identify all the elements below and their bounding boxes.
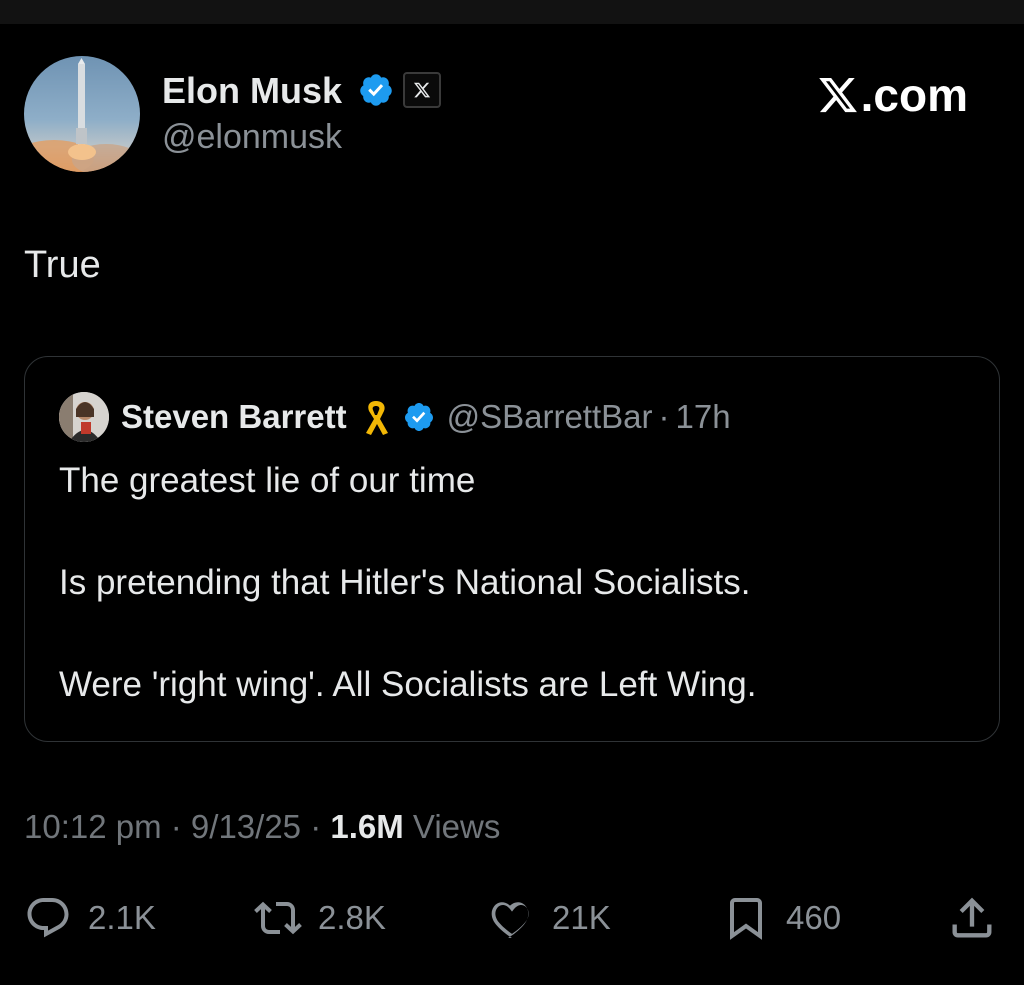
- quoted-timestamp[interactable]: 17h: [676, 398, 731, 436]
- awareness-ribbon-icon: [365, 401, 388, 435]
- x-com-watermark: .com: [817, 68, 968, 122]
- repost-count: 2.8K: [318, 899, 386, 936]
- like-button[interactable]: 21K: [488, 888, 611, 948]
- quoted-author-handle[interactable]: @SBarrettBar: [447, 398, 653, 436]
- quoted-author-avatar[interactable]: [59, 392, 109, 442]
- affiliate-badge: [403, 72, 441, 108]
- quoted-text-line: Is pretending that Hitler's National Soc…: [59, 563, 751, 602]
- watermark-label: .com: [860, 69, 968, 121]
- like-count: 21K: [552, 899, 611, 936]
- reply-icon: [27, 898, 69, 938]
- bookmark-icon: [730, 898, 762, 940]
- share-icon: [952, 897, 992, 938]
- rocket-launch-image: [24, 58, 140, 172]
- quoted-author-name[interactable]: Steven Barrett: [121, 398, 347, 436]
- author-avatar[interactable]: [24, 56, 140, 172]
- bookmark-count: 460: [786, 899, 842, 936]
- x-logo-icon: [413, 82, 431, 98]
- person-photo-image: [59, 392, 109, 442]
- action-bar: 2.1K 2.8K 21K 460: [0, 888, 1024, 948]
- quoted-text-line: Were 'right wing'. All Socialists are Le…: [59, 665, 757, 704]
- x-logo-icon: [818, 77, 857, 113]
- status-bar: [0, 0, 1024, 24]
- separator-dot: ·: [658, 398, 670, 435]
- tweet-metadata: 10:12 pm · 9/13/25 · 1.6M Views: [24, 808, 500, 846]
- repost-button[interactable]: 2.8K: [254, 888, 386, 948]
- repost-icon: [254, 901, 302, 935]
- quoted-tweet[interactable]: Steven Barrett @SBarrettBar · 17h The gr…: [24, 356, 1000, 742]
- quoted-header: Steven Barrett @SBarrettBar · 17h: [121, 397, 731, 437]
- tweet-time[interactable]: 10:12 pm: [24, 808, 162, 845]
- heart-icon: [491, 902, 529, 939]
- reply-button[interactable]: 2.1K: [24, 888, 156, 948]
- author-name[interactable]: Elon Musk: [162, 70, 342, 112]
- author-handle[interactable]: @elonmusk: [162, 118, 342, 157]
- quoted-text-line: The greatest lie of our time: [59, 461, 476, 500]
- tweet-text: True: [24, 244, 101, 286]
- bookmark-button[interactable]: 460: [722, 888, 841, 948]
- tweet-date[interactable]: 9/13/25: [191, 808, 301, 845]
- quoted-tweet-text: The greatest lie of our time Is pretendi…: [59, 461, 979, 705]
- verified-badge-icon: [404, 403, 433, 431]
- share-button[interactable]: [946, 888, 998, 948]
- views-label: Views: [403, 808, 501, 845]
- verified-badge-icon: [360, 74, 392, 106]
- separator-dot: ·: [161, 808, 191, 845]
- reply-count: 2.1K: [88, 899, 156, 936]
- views-count: 1.6M: [330, 808, 404, 845]
- separator-dot: ·: [301, 808, 331, 845]
